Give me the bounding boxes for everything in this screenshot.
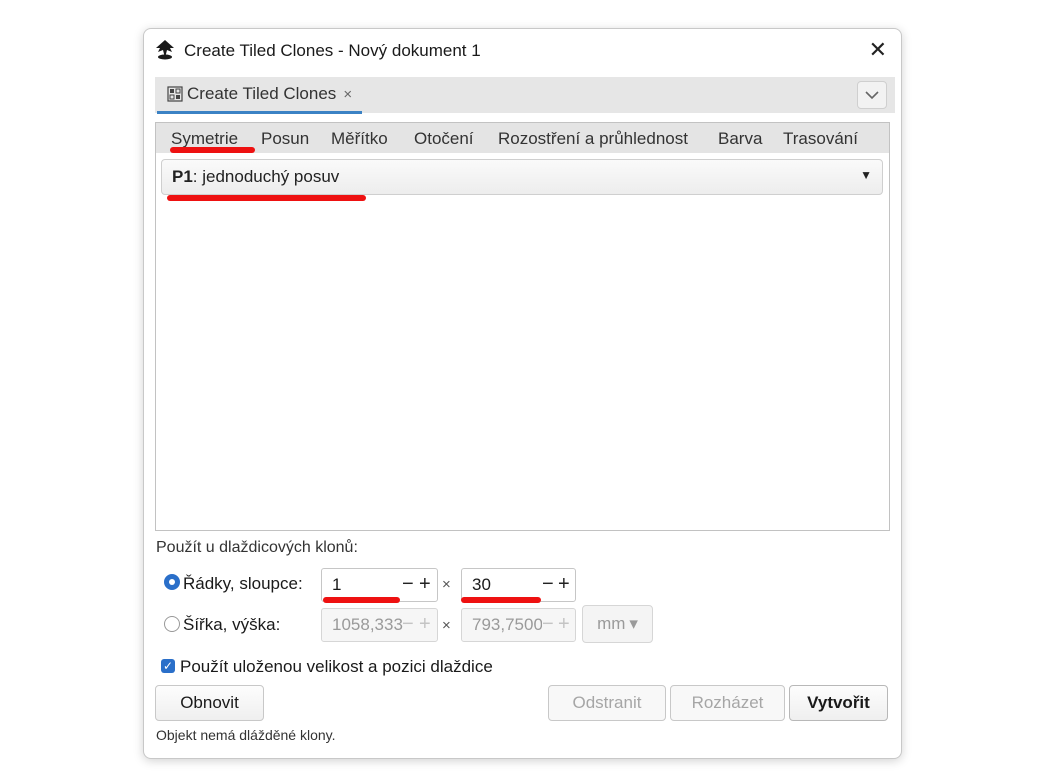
use-saved-label: Použít uloženou velikost a pozici dlaždi… — [180, 657, 493, 676]
tab-rozostreni[interactable]: Rozostření a průhlednost — [498, 129, 688, 149]
width-decrement[interactable]: − — [402, 612, 414, 636]
tab-posun[interactable]: Posun — [261, 129, 309, 149]
tab-meritko[interactable]: Měřítko — [331, 129, 388, 149]
tab-label: Create Tiled Clones — [187, 84, 337, 103]
symmetry-value: P1: jednoduchý posuv — [172, 167, 339, 187]
title-bar: Create Tiled Clones - Nový dokument 1 ✕ — [144, 29, 901, 75]
status-message: Objekt nemá dlážděné klony. — [156, 727, 336, 743]
rows-cols-radio[interactable] — [164, 574, 180, 590]
annotation-underline-cols — [461, 597, 541, 603]
width-height-label: Šířka, výška: — [183, 615, 281, 634]
height-increment[interactable]: + — [558, 612, 570, 636]
width-height-radio[interactable] — [164, 616, 180, 632]
height-decrement[interactable]: − — [542, 612, 554, 636]
tab-symetrie[interactable]: Symetrie — [171, 129, 238, 149]
inkscape-icon — [156, 40, 174, 60]
rows-value: 1 — [332, 575, 342, 594]
annotation-underline-symmetry — [167, 195, 366, 201]
width-increment[interactable]: + — [419, 612, 431, 636]
unit-arrow-icon: ▾ — [629, 614, 638, 633]
rows-decrement[interactable]: − — [402, 572, 414, 596]
tab-barva[interactable]: Barva — [718, 129, 762, 149]
symmetry-description: : jednoduchý posuv — [192, 167, 340, 186]
cols-decrement[interactable]: − — [542, 572, 554, 596]
dropdown-arrow-icon: ▼ — [860, 168, 872, 182]
height-value: 793,7500 — [472, 615, 542, 634]
chevron-down-icon[interactable] — [857, 81, 887, 109]
symmetry-select[interactable]: P1: jednoduchý posuv ▼ — [161, 159, 883, 195]
tab-trasovani[interactable]: Trasování — [783, 129, 858, 149]
subtab-bar: Symetrie Posun Měřítko Otočení Rozostřen… — [156, 123, 889, 153]
apply-section-label: Použít u dlaždicových klonů: — [156, 539, 358, 556]
symmetry-code: P1 — [172, 167, 193, 186]
tiled-clones-icon — [167, 86, 183, 102]
times-sign: × — [442, 576, 451, 593]
width-spinbox[interactable]: 1058,333 − + — [321, 608, 438, 642]
create-button[interactable]: Vytvořit — [789, 685, 888, 721]
rows-cols-label: Řádky, sloupce: — [183, 574, 303, 593]
unit-select[interactable]: mm ▾ — [582, 605, 653, 643]
height-spinbox[interactable]: 793,7500 − + — [461, 608, 576, 642]
close-icon[interactable]: ✕ — [869, 38, 887, 62]
tab-otoceni[interactable]: Otočení — [414, 129, 474, 149]
width-value: 1058,333 — [332, 615, 403, 634]
tab-close-icon[interactable]: × — [343, 86, 352, 103]
remove-button[interactable]: Odstranit — [548, 685, 666, 721]
create-tiled-clones-dialog: Create Tiled Clones - Nový dokument 1 ✕ … — [143, 28, 902, 759]
times-sign-2: × — [442, 617, 451, 634]
cols-increment[interactable]: + — [558, 572, 570, 596]
use-saved-checkbox[interactable]: ✓ — [161, 659, 175, 673]
tab-create-tiled-clones[interactable]: Create Tiled Clones × — [157, 77, 363, 114]
rows-increment[interactable]: + — [419, 572, 431, 596]
cols-value: 30 — [472, 575, 491, 594]
annotation-underline-symetrie — [170, 147, 255, 153]
window-title: Create Tiled Clones - Nový dokument 1 — [184, 41, 481, 60]
annotation-underline-rows — [323, 597, 400, 603]
refresh-button[interactable]: Obnovit — [155, 685, 264, 721]
scatter-button[interactable]: Rozházet — [670, 685, 785, 721]
tiled-clones-panel: Symetrie Posun Měřítko Otočení Rozostřen… — [155, 122, 890, 531]
unit-value: mm — [597, 614, 626, 633]
dock-tab-strip: Create Tiled Clones × — [155, 77, 895, 114]
